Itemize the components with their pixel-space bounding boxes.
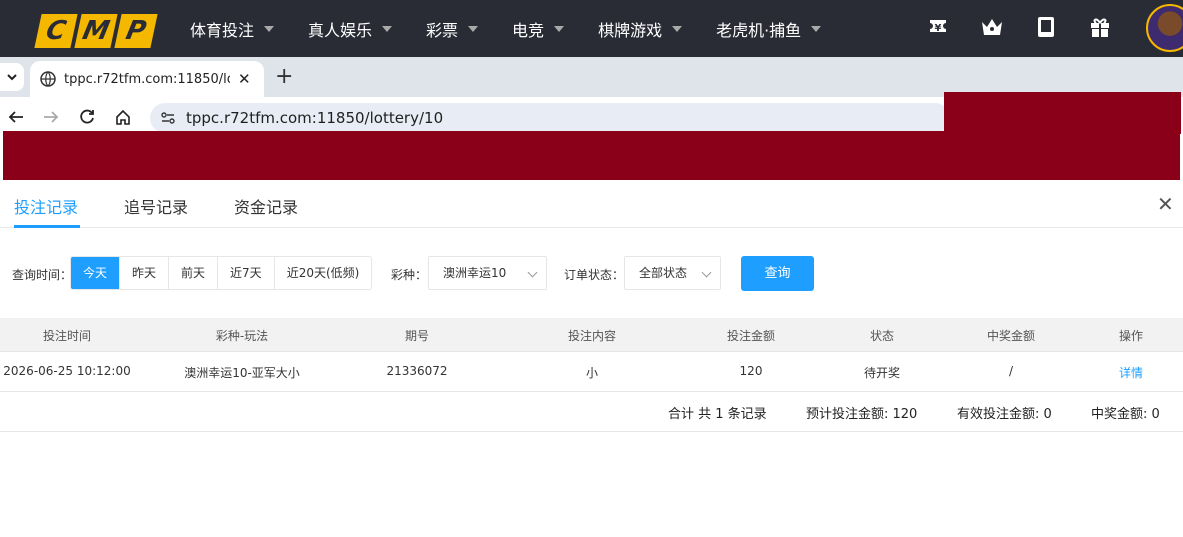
record-tabs: 投注记录 追号记录 资金记录 bbox=[0, 180, 1183, 228]
summary-row: 合计 共 1 条记录 预计投注金额: 120 有效投注金额: 0 中奖金额: 0 bbox=[0, 392, 1183, 432]
chevron-down-icon bbox=[527, 267, 538, 278]
home-icon[interactable] bbox=[114, 108, 132, 126]
svg-text:¥: ¥ bbox=[935, 23, 942, 34]
col-issue: 期号 bbox=[404, 329, 430, 343]
col-content: 投注内容 bbox=[567, 329, 617, 343]
main-menu: 体育投注 真人娱乐 彩票 电竞 棋牌游戏 老虎机·捕鱼 bbox=[190, 0, 855, 57]
tablet-icon[interactable] bbox=[1033, 14, 1059, 40]
status-select[interactable]: 全部状态 bbox=[624, 256, 721, 290]
chevron-down-icon bbox=[7, 74, 17, 81]
chevron-down-icon bbox=[554, 25, 565, 32]
logo-letter: C bbox=[34, 14, 78, 48]
tab-search-button[interactable] bbox=[0, 63, 24, 91]
cell-bet-time: 2026-06-25 10:12:00 bbox=[3, 364, 131, 378]
time-yesterday-button[interactable]: 昨天 bbox=[119, 257, 168, 289]
query-button[interactable]: 查询 bbox=[741, 256, 814, 291]
menu-item-esports[interactable]: 电竞 bbox=[512, 17, 565, 41]
cell-issue: 21336072 bbox=[386, 364, 448, 378]
yen-icon[interactable]: ¥ bbox=[925, 14, 951, 40]
tab-title: tppc.r72tfm.com:11850/lottery/10 bbox=[64, 71, 230, 87]
tab-bet-records[interactable]: 投注记录 bbox=[14, 194, 78, 218]
logo-letter: M bbox=[74, 14, 118, 48]
chevron-down-icon bbox=[701, 267, 712, 278]
chevron-down-icon bbox=[382, 25, 393, 32]
redaction-block bbox=[944, 92, 1181, 134]
status-label: 订单状态： bbox=[564, 268, 625, 282]
menu-item-card-games[interactable]: 棋牌游戏 bbox=[598, 17, 683, 41]
new-tab-button[interactable]: + bbox=[275, 64, 293, 89]
time-today-button[interactable]: 今天 bbox=[71, 257, 120, 289]
col-bet-time: 投注时间 bbox=[42, 329, 92, 343]
time-label: 查询时间： bbox=[12, 268, 73, 282]
url-bar[interactable]: tppc.r72tfm.com:11850/lottery/10 bbox=[150, 103, 950, 133]
cmp-logo[interactable]: C M P bbox=[34, 14, 158, 48]
time-range-group: 今天 昨天 前天 近7天 近20天(低频) bbox=[70, 256, 373, 290]
filter-bar: 查询时间： 今天 昨天 前天 近7天 近20天(低频) 彩种： 澳洲幸运10 订… bbox=[0, 256, 1183, 291]
menu-item-live-casino[interactable]: 真人娱乐 bbox=[308, 17, 393, 41]
back-icon[interactable] bbox=[7, 108, 25, 126]
chevron-down-icon bbox=[264, 25, 275, 32]
browser-tab[interactable]: tppc.r72tfm.com:11850/lottery/10 ✕ bbox=[30, 61, 264, 97]
lottery-select[interactable]: 澳洲幸运10 bbox=[428, 256, 547, 290]
site-info-icon[interactable] bbox=[160, 110, 176, 126]
time-day-before-button[interactable]: 前天 bbox=[168, 257, 217, 289]
lottery-label: 彩种： bbox=[391, 268, 428, 282]
table-header: 投注时间 彩种-玩法 期号 投注内容 投注金额 状态 中奖金额 操作 bbox=[0, 318, 1183, 352]
col-action: 操作 bbox=[1118, 329, 1144, 343]
tab-chase-records[interactable]: 追号记录 bbox=[124, 194, 188, 218]
chevron-down-icon bbox=[672, 25, 683, 32]
time-7days-button[interactable]: 近7天 bbox=[217, 257, 274, 289]
table-row: 2026-06-25 10:12:00 澳洲幸运10-亚军大小 21336072… bbox=[0, 352, 1183, 392]
summary-expected-amount: 预计投注金额: 120 bbox=[806, 407, 918, 422]
logo-letter: P bbox=[114, 14, 158, 48]
chevron-down-icon bbox=[811, 25, 822, 32]
close-icon[interactable]: ✕ bbox=[1157, 192, 1174, 216]
cell-amount: 120 bbox=[739, 364, 763, 378]
summary-count: 合计 共 1 条记录 bbox=[668, 407, 767, 422]
avatar[interactable] bbox=[1146, 4, 1183, 52]
browser-tabstrip: tppc.r72tfm.com:11850/lottery/10 ✕ bbox=[0, 57, 1183, 97]
menu-item-sports[interactable]: 体育投注 bbox=[190, 17, 275, 41]
col-amount: 投注金额 bbox=[726, 329, 776, 343]
summary-won-amount: 中奖金额: 0 bbox=[1091, 407, 1160, 422]
col-status: 状态 bbox=[869, 329, 895, 343]
site-header: C M P 体育投注 真人娱乐 彩票 电竞 棋牌游戏 老虎机·捕鱼 ¥ bbox=[0, 0, 1183, 57]
crown-icon[interactable] bbox=[979, 14, 1005, 40]
summary-valid-amount: 有效投注金额: 0 bbox=[957, 407, 1052, 422]
forward-icon[interactable] bbox=[42, 108, 60, 126]
active-tab-indicator bbox=[14, 225, 80, 228]
detail-link[interactable]: 详情 bbox=[1119, 364, 1143, 381]
reload-icon[interactable] bbox=[78, 108, 96, 126]
redaction-block bbox=[3, 131, 1180, 180]
col-win-amount: 中奖金额 bbox=[986, 329, 1036, 343]
chevron-down-icon bbox=[468, 25, 479, 32]
url-text: tppc.r72tfm.com:11850/lottery/10 bbox=[186, 109, 444, 127]
menu-item-lottery[interactable]: 彩票 bbox=[426, 17, 479, 41]
time-20days-button[interactable]: 近20天(低频) bbox=[273, 257, 372, 289]
cell-win-amount: / bbox=[1008, 364, 1014, 378]
cell-lottery-play: 澳洲幸运10-亚军大小 bbox=[184, 366, 300, 380]
col-lottery-play: 彩种-玩法 bbox=[215, 329, 269, 343]
globe-icon bbox=[40, 71, 56, 87]
cell-content: 小 bbox=[585, 366, 599, 380]
tab-fund-records[interactable]: 资金记录 bbox=[234, 194, 298, 218]
gift-icon[interactable] bbox=[1087, 14, 1113, 40]
close-tab-icon[interactable]: ✕ bbox=[238, 70, 251, 88]
cell-status: 待开奖 bbox=[863, 366, 901, 380]
menu-item-slots-fishing[interactable]: 老虎机·捕鱼 bbox=[716, 17, 822, 41]
